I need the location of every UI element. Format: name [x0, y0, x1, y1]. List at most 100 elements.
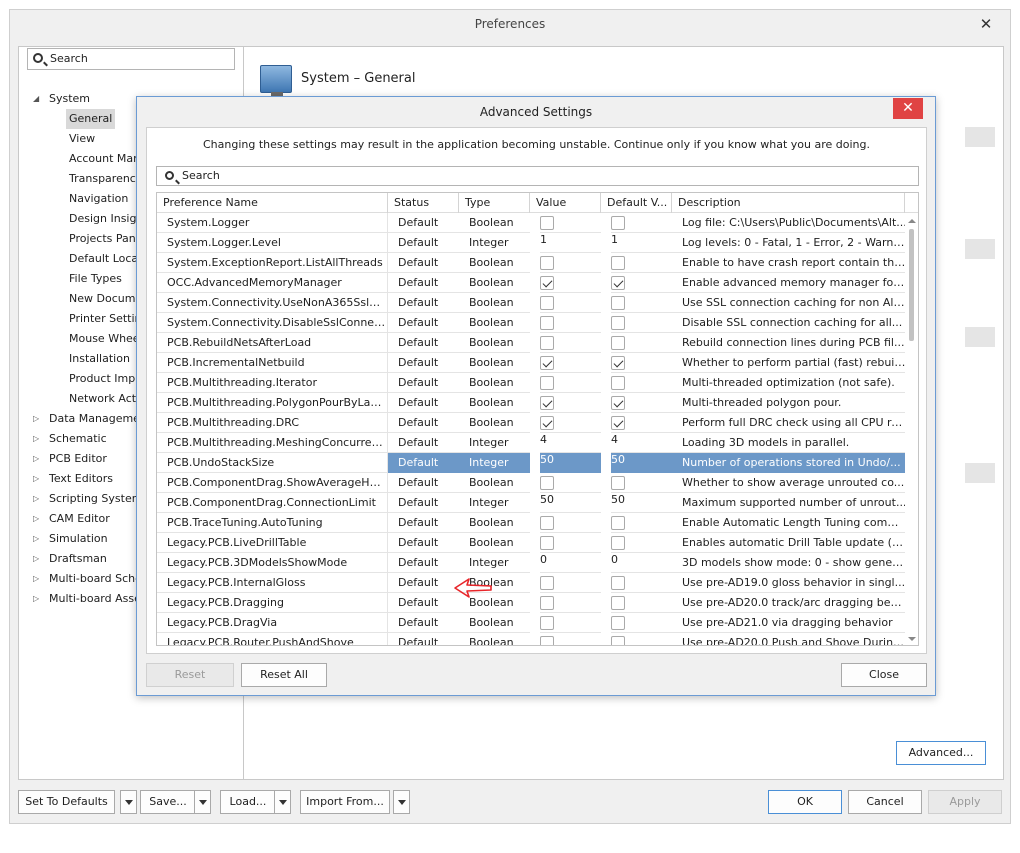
table-row[interactable]: Legacy.PCB.3DModelsShowMode Default Intege… [157, 553, 907, 573]
cell-description: Multi-threaded optimization (not safe). [672, 373, 907, 393]
chevron-down-icon[interactable]: ◢ [33, 89, 39, 109]
checkbox[interactable] [611, 216, 625, 230]
checkbox[interactable] [540, 276, 554, 290]
checkbox[interactable] [611, 616, 625, 630]
checkbox[interactable] [540, 596, 554, 610]
table-row[interactable]: PCB.Multithreading.DRC Default Boolean Perf… [157, 413, 907, 433]
checkbox[interactable] [540, 396, 554, 410]
checkbox[interactable] [540, 536, 554, 550]
table-row[interactable]: System.Logger Default Boolean Log file: C:\… [157, 213, 907, 233]
chevron-right-icon[interactable]: ▷ [33, 469, 39, 489]
checkbox[interactable] [611, 516, 625, 530]
checkbox[interactable] [540, 516, 554, 530]
chevron-right-icon[interactable]: ▷ [33, 549, 39, 569]
apply-button[interactable]: Apply [928, 790, 1002, 814]
vertical-scrollbar[interactable] [905, 213, 918, 645]
chevron-right-icon[interactable]: ▷ [33, 529, 39, 549]
column-header-value[interactable]: Value [530, 193, 601, 213]
table-row[interactable]: System.Logger.Level Default Integer 1 1 Log l… [157, 233, 907, 253]
table-row[interactable]: Legacy.PCB.InternalGloss Default Boolean Us… [157, 573, 907, 593]
load-button[interactable]: Load... [220, 790, 276, 814]
table-row[interactable]: System.Connectivity.UseNonA365SslCo... De… [157, 293, 907, 313]
checkbox[interactable] [611, 596, 625, 610]
table-row[interactable]: OCC.AdvancedMemoryManager Default Boolean E… [157, 273, 907, 293]
table-row[interactable]: Legacy.PCB.DragVia Default Boolean Use pre-… [157, 613, 907, 633]
checkbox[interactable] [540, 376, 554, 390]
checkbox[interactable] [611, 476, 625, 490]
advanced-search-input[interactable]: Search [156, 166, 919, 186]
chevron-down-icon[interactable] [274, 790, 291, 814]
checkbox[interactable] [540, 416, 554, 430]
checkbox[interactable] [611, 636, 625, 645]
checkbox[interactable] [611, 296, 625, 310]
table-row[interactable]: System.ExceptionReport.ListAllThreads Def… [157, 253, 907, 273]
reset-button[interactable]: Reset [146, 663, 234, 687]
checkbox[interactable] [611, 376, 625, 390]
checkbox[interactable] [540, 296, 554, 310]
checkbox[interactable] [540, 636, 554, 645]
checkbox[interactable] [540, 256, 554, 270]
chevron-down-icon[interactable] [393, 790, 410, 814]
table-row[interactable]: PCB.ComponentDrag.ConnectionLimit Default… [157, 493, 907, 513]
save-button[interactable]: Save... [140, 790, 196, 814]
import-from-button[interactable]: Import From... [300, 790, 390, 814]
table-row[interactable]: PCB.ComponentDrag.ShowAverageHel... Defau… [157, 473, 907, 493]
cell-name: Legacy.PCB.DragVia [157, 613, 388, 633]
table-row[interactable]: PCB.RebuildNetsAfterLoad Default Boolean Re… [157, 333, 907, 353]
close-icon[interactable]: ✕ [893, 98, 923, 119]
checkbox[interactable] [611, 336, 625, 350]
scroll-up-icon[interactable] [908, 219, 916, 223]
checkbox[interactable] [611, 536, 625, 550]
checkbox[interactable] [611, 416, 625, 430]
close-icon[interactable]: ✕ [976, 14, 996, 34]
checkbox[interactable] [611, 276, 625, 290]
chevron-right-icon[interactable]: ▷ [33, 449, 39, 469]
checkbox[interactable] [540, 216, 554, 230]
checkbox[interactable] [611, 576, 625, 590]
checkbox[interactable] [540, 576, 554, 590]
column-header-type[interactable]: Type [459, 193, 530, 213]
cancel-button[interactable]: Cancel [848, 790, 922, 814]
table-row[interactable]: System.Connectivity.DisableSslConnecti..… [157, 313, 907, 333]
table-row[interactable]: PCB.Multithreading.PolygonPourByLayer Def… [157, 393, 907, 413]
column-header-description[interactable]: Description [672, 193, 905, 213]
chevron-right-icon[interactable]: ▷ [33, 569, 39, 589]
chevron-right-icon[interactable]: ▷ [33, 489, 39, 509]
checkbox[interactable] [611, 396, 625, 410]
chevron-right-icon[interactable]: ▷ [33, 589, 39, 609]
tree-item-label: Product Impro [69, 372, 147, 385]
checkbox[interactable] [540, 336, 554, 350]
table-row[interactable]: PCB.IncrementalNetbuild Default Boolean Whe… [157, 353, 907, 373]
close-button[interactable]: Close [841, 663, 927, 687]
table-row[interactable]: Legacy.PCB.Router.PushAndShove Default Boo… [157, 633, 907, 645]
table-row[interactable]: PCB.UndoStackSize Default Integer 50 50 Numbe… [157, 453, 907, 473]
checkbox[interactable] [540, 316, 554, 330]
checkbox[interactable] [540, 616, 554, 630]
chevron-right-icon[interactable]: ▷ [33, 509, 39, 529]
checkbox[interactable] [540, 356, 554, 370]
table-row[interactable]: Legacy.PCB.Dragging Default Boolean Use pre… [157, 593, 907, 613]
chevron-down-icon[interactable] [194, 790, 211, 814]
scrollbar-thumb[interactable] [909, 229, 914, 341]
reset-all-button[interactable]: Reset All [241, 663, 327, 687]
checkbox[interactable] [611, 316, 625, 330]
chevron-right-icon[interactable]: ▷ [33, 429, 39, 449]
column-header-name[interactable]: Preference Name [157, 193, 388, 213]
table-row[interactable]: PCB.Multithreading.Iterator Default Boolea… [157, 373, 907, 393]
tree-search-input[interactable]: Search [27, 48, 235, 70]
chevron-right-icon[interactable]: ▷ [33, 409, 39, 429]
ok-button[interactable]: OK [768, 790, 842, 814]
checkbox[interactable] [611, 256, 625, 270]
set-to-defaults-button[interactable]: Set To Defaults [18, 790, 115, 814]
table-row[interactable]: Legacy.PCB.LiveDrillTable Default Boolean E… [157, 533, 907, 553]
column-header-default[interactable]: Default V... [601, 193, 672, 213]
checkbox[interactable] [611, 356, 625, 370]
scroll-down-icon[interactable] [908, 637, 916, 641]
checkbox[interactable] [540, 476, 554, 490]
chevron-down-icon[interactable] [120, 790, 137, 814]
table-row[interactable]: PCB.Multithreading.MeshingConcurrency Def… [157, 433, 907, 453]
table-row[interactable]: PCB.TraceTuning.AutoTuning Default Boolean… [157, 513, 907, 533]
column-header-status[interactable]: Status [388, 193, 459, 213]
cell-type: Boolean [459, 273, 530, 293]
advanced-button[interactable]: Advanced... [896, 741, 986, 765]
